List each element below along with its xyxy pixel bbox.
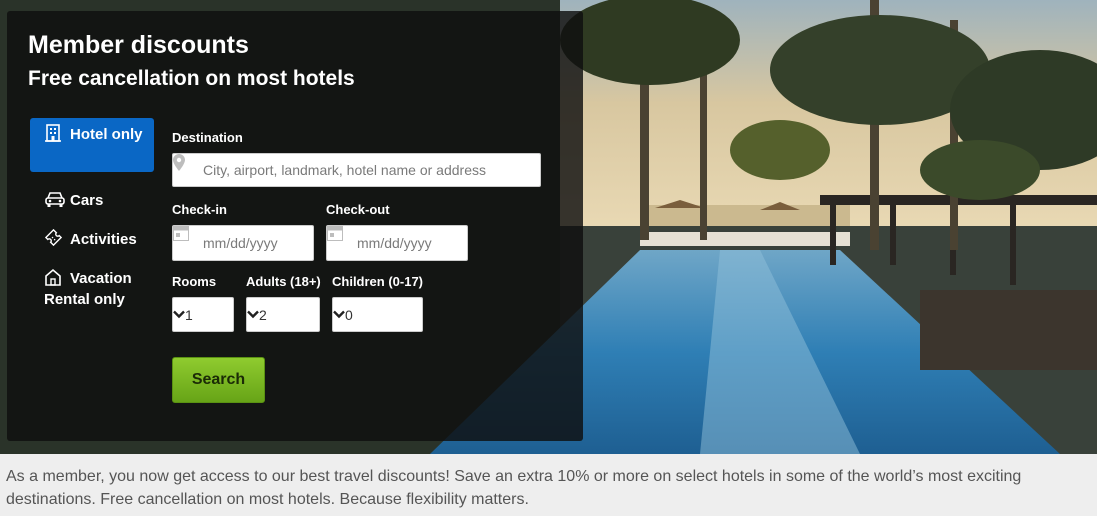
checkout-field[interactable] [326,225,468,261]
adults-label: Adults (18+) [246,274,321,289]
house-icon [44,268,64,286]
ticket-icon [44,228,64,247]
chevron-down-icon [247,310,259,319]
search-button[interactable]: Search [172,357,265,403]
tab-vacation-rental[interactable]: Vacation Rental only [30,262,154,316]
checkout-label: Check-out [326,202,390,217]
product-tabs: Hotel only Cars Activities Vacation Rent… [30,118,154,316]
rooms-select[interactable]: 1 [172,297,234,332]
calendar-icon [173,226,189,241]
tab-activities-label: Activities [70,231,137,248]
location-pin-icon [173,154,185,171]
children-value: 0 [345,307,353,323]
children-select[interactable]: 0 [332,297,423,332]
hotel-icon [44,124,64,142]
checkout-input[interactable] [327,226,467,260]
promo-subtitle: Free cancellation on most hotels [28,67,355,90]
destination-input[interactable] [173,154,540,186]
tab-activities[interactable]: Activities [30,223,154,256]
destination-field[interactable] [172,153,541,187]
tab-cars[interactable]: Cars [30,184,154,217]
car-icon [44,190,65,208]
member-description: As a member, you now get access to our b… [6,468,1022,508]
checkin-label: Check-in [172,202,227,217]
tab-cars-label: Cars [70,192,104,209]
destination-label: Destination [172,130,243,145]
tab-hotel-only-label: Hotel only [70,126,143,143]
chevron-down-icon [173,310,185,319]
calendar-icon [327,226,343,241]
checkin-field[interactable] [172,225,314,261]
rooms-value: 1 [185,307,193,323]
hero-background: Member discounts Free cancellation on mo… [0,0,1097,454]
checkin-input[interactable] [173,226,313,260]
chevron-down-icon [333,310,345,319]
promo-title: Member discounts [28,31,249,59]
children-label: Children (0-17) [332,274,424,289]
tab-hotel-only[interactable]: Hotel only [30,118,154,172]
adults-select[interactable]: 2 [246,297,320,332]
adults-value: 2 [259,307,267,323]
rooms-label: Rooms [172,274,217,289]
